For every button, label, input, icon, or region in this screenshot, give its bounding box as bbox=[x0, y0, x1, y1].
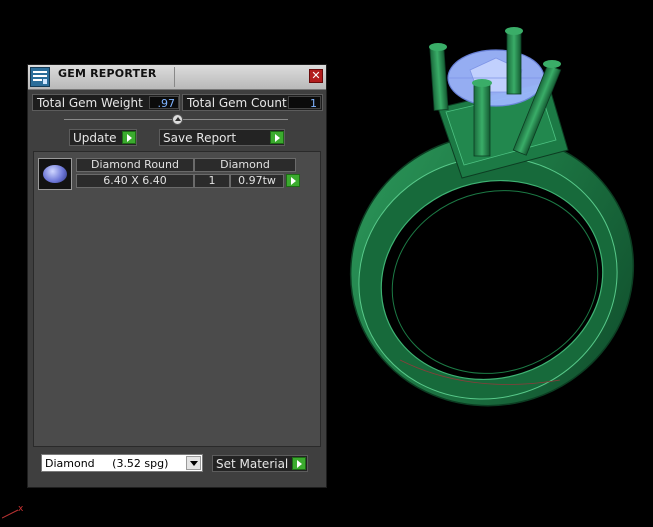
slider-knob-icon[interactable] bbox=[172, 114, 183, 125]
chevron-down-icon[interactable] bbox=[186, 456, 201, 470]
save-report-button-label: Save Report bbox=[163, 131, 237, 145]
gem-count: 1 bbox=[194, 174, 230, 188]
gem-reporter-panel: GEM REPORTER ✕ Total Gem Weight .97 Tota… bbox=[27, 64, 327, 488]
diamond-round-gem-icon bbox=[38, 158, 72, 190]
update-play-icon[interactable] bbox=[122, 131, 136, 144]
total-gem-count: Total Gem Count 1 bbox=[182, 94, 323, 111]
total-gem-count-label: Total Gem Count bbox=[187, 96, 287, 110]
gem-list: Diamond Round Diamond 6.40 X 6.40 1 0.97… bbox=[33, 151, 321, 447]
gem-cut-name: Diamond Round bbox=[76, 158, 194, 172]
axis-gizmo-icon: x bbox=[2, 504, 24, 519]
material-selected-value: Diamond (3.52 spg) bbox=[45, 457, 169, 470]
svg-text:x: x bbox=[18, 504, 24, 514]
save-report-play-icon[interactable] bbox=[270, 131, 284, 144]
total-gem-count-value: 1 bbox=[288, 96, 321, 110]
total-gem-weight-value: .97 bbox=[149, 96, 179, 110]
save-report-button[interactable]: Save Report bbox=[159, 129, 285, 146]
total-gem-weight: Total Gem Weight .97 bbox=[32, 94, 180, 111]
gem-size: 6.40 X 6.40 bbox=[76, 174, 194, 188]
set-material-button-label: Set Material bbox=[216, 457, 289, 471]
title-divider bbox=[174, 67, 175, 87]
gem-reporter-app-icon bbox=[30, 67, 50, 87]
gem-row-play-icon[interactable] bbox=[286, 174, 300, 187]
total-gem-weight-label: Total Gem Weight bbox=[37, 96, 143, 110]
set-material-play-icon[interactable] bbox=[292, 457, 306, 470]
material-dropdown[interactable]: Diamond (3.52 spg) bbox=[41, 454, 203, 472]
update-button[interactable]: Update bbox=[69, 129, 137, 146]
gem-weight: 0.97tw bbox=[230, 174, 284, 188]
close-icon[interactable]: ✕ bbox=[309, 69, 323, 83]
set-material-button[interactable]: Set Material bbox=[212, 455, 308, 472]
update-button-label: Update bbox=[73, 131, 117, 145]
gem-material: Diamond bbox=[194, 158, 296, 172]
title-bar[interactable]: GEM REPORTER ✕ bbox=[28, 65, 326, 90]
window-title: GEM REPORTER bbox=[58, 67, 157, 80]
